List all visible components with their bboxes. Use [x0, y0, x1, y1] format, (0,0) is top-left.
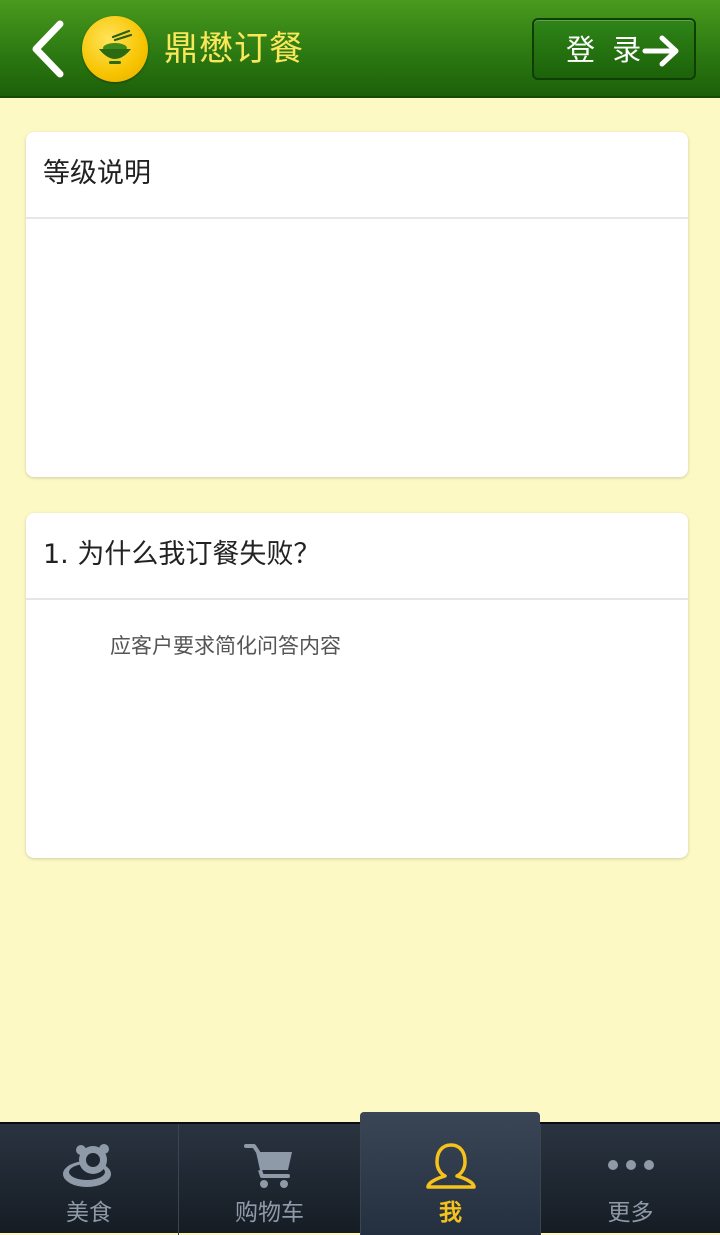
cart-icon	[243, 1144, 292, 1188]
tab-label: 美食	[66, 1200, 112, 1226]
more-dots-icon	[607, 1160, 654, 1170]
tab-label: 更多	[607, 1200, 654, 1226]
card-header: 等级说明	[26, 132, 688, 219]
card-title: 等级说明	[43, 158, 151, 189]
tab-more[interactable]: 更多	[540, 1124, 720, 1235]
tab-food[interactable]: 美食	[0, 1124, 178, 1235]
card-header: 1. 为什么我订餐失败？	[26, 513, 688, 600]
tab-label: 我	[439, 1200, 462, 1226]
level-description-card: 等级说明	[26, 132, 688, 477]
tab-me[interactable]: 我	[360, 1112, 540, 1235]
tab-cart[interactable]: 购物车	[178, 1124, 360, 1235]
faq-card: 1. 为什么我订餐失败？ 应客户要求简化问答内容	[26, 513, 688, 858]
login-button[interactable]: 登 录	[532, 18, 696, 80]
food-icon	[63, 1144, 111, 1187]
arrow-right-icon	[642, 35, 679, 67]
tab-label: 购物车	[235, 1200, 304, 1226]
login-label: 登 录	[566, 33, 646, 67]
user-icon	[425, 1143, 476, 1189]
rice-bowl-icon	[99, 29, 133, 64]
chevron-left-icon	[32, 20, 64, 78]
card-body: 应客户要求简化问答内容	[110, 634, 341, 658]
bottom-tab-bar: 美食 购物车 我 更多	[0, 1112, 720, 1235]
app-title: 鼎懋订餐	[164, 29, 304, 69]
card-title: 1. 为什么我订餐失败？	[43, 539, 321, 570]
app-logo	[82, 16, 148, 82]
app-header: 鼎懋订餐 登 录	[0, 0, 720, 98]
back-button[interactable]	[22, 14, 78, 84]
